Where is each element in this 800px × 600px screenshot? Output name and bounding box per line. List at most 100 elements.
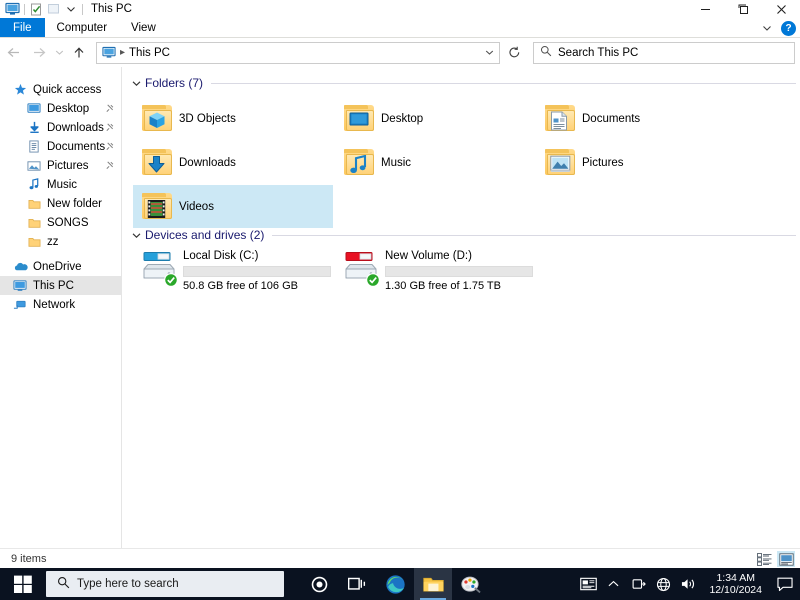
close-button[interactable] [762, 0, 800, 18]
address-input[interactable]: ▸ This PC [96, 41, 500, 64]
folder-item-downloads[interactable]: Downloads [133, 141, 329, 184]
downloads-icon [26, 120, 42, 136]
removable-media-icon[interactable] [626, 568, 651, 600]
sidebar-item-songs[interactable]: SONGS [0, 213, 121, 232]
forward-button[interactable] [26, 40, 52, 66]
customize-dropdown-icon[interactable] [62, 1, 79, 17]
network-icon [12, 297, 28, 313]
documents-icon [26, 139, 42, 155]
this-pc-monitor-icon[interactable] [4, 1, 21, 17]
clock-date: 12/10/2024 [709, 584, 762, 596]
sidebar-item-desktop[interactable]: Desktop [0, 99, 121, 118]
folder-icon-pictures [536, 143, 580, 183]
this-pc-monitor-icon [12, 278, 28, 294]
folder-label: Pictures [582, 156, 624, 169]
sidebar-item-downloads[interactable]: Downloads [0, 118, 121, 137]
window-controls [686, 0, 800, 18]
folder-icon-music [335, 143, 379, 183]
minimize-button[interactable] [686, 0, 724, 18]
folder-item-music[interactable]: Music [335, 141, 531, 184]
film-icon [147, 199, 167, 218]
sidebar-item-pictures[interactable]: Pictures [0, 156, 121, 175]
pin-icon[interactable] [105, 142, 114, 151]
recent-locations-button[interactable] [52, 40, 66, 66]
breadcrumb-separator: ▸ [120, 47, 126, 58]
sidebar-item-onedrive[interactable]: OneDrive [0, 257, 121, 276]
microsoft-edge-icon[interactable] [376, 568, 414, 600]
status-bar: 9 items [0, 548, 800, 568]
folder-label: Videos [179, 200, 214, 213]
navigation-pane[interactable]: Quick access Desktop Downloads Documents… [0, 67, 122, 548]
show-hidden-icons-chevron[interactable] [601, 568, 626, 600]
pin-icon[interactable] [105, 123, 114, 132]
star-icon [12, 82, 28, 98]
sidebar-item-documents[interactable]: Documents [0, 137, 121, 156]
tab-file[interactable]: File [0, 18, 45, 38]
pin-icon[interactable] [105, 104, 114, 113]
content-pane[interactable]: Folders (7) 3D Objects Desktop Documents… [123, 67, 800, 548]
properties-icon[interactable] [28, 1, 45, 17]
maximize-button[interactable] [724, 0, 762, 18]
window-title: This PC [91, 3, 132, 15]
breadcrumb-path[interactable]: This PC [129, 47, 481, 59]
group-header-folders[interactable]: Folders (7) [123, 73, 800, 93]
address-bar-row: ▸ This PC Search This PC [0, 38, 800, 67]
up-button[interactable] [66, 40, 92, 66]
drive-free-space: 50.8 GB free of 106 GB [183, 280, 298, 292]
sidebar-item-network[interactable]: Network [0, 295, 121, 314]
chevron-down-icon[interactable] [130, 77, 142, 89]
pictures-icon [26, 158, 42, 174]
file-explorer-icon[interactable] [414, 568, 452, 600]
details-view-button[interactable] [755, 551, 773, 567]
ribbon-tab-bar: File Computer View ? [0, 18, 800, 38]
folder-item-pictures[interactable]: Pictures [536, 141, 732, 184]
music-note-icon [26, 177, 42, 193]
network-globe-icon[interactable] [651, 568, 676, 600]
folder-item-videos[interactable]: Videos [133, 185, 333, 228]
folder-item-documents[interactable]: Documents [536, 97, 732, 140]
back-button[interactable] [0, 40, 26, 66]
sidebar-item-this-pc[interactable]: This PC [0, 276, 121, 295]
news-and-interests-icon[interactable] [576, 568, 601, 600]
search-icon [540, 45, 552, 60]
drive-item-local-disk-c[interactable]: Local Disk (C:) 50.8 GB free of 106 GB [131, 249, 331, 293]
pin-icon[interactable] [105, 161, 114, 170]
sidebar-item-new-folder[interactable]: New folder [0, 194, 121, 213]
expand-ribbon-chevron[interactable] [759, 20, 775, 36]
paint-icon[interactable] [452, 568, 490, 600]
sidebar-label: New folder [47, 197, 102, 210]
group-rule [211, 82, 796, 84]
large-icons-view-button[interactable] [777, 551, 795, 567]
refresh-button[interactable] [503, 42, 525, 64]
group-header-devices[interactable]: Devices and drives (2) [123, 225, 800, 245]
windows-start-icon[interactable] [0, 568, 46, 600]
folder-icon-documents [536, 99, 580, 139]
help-icon[interactable]: ? [781, 20, 796, 36]
search-input[interactable]: Search This PC [533, 41, 795, 64]
sidebar-item-quick-access[interactable]: Quick access [0, 80, 121, 99]
sidebar-label: SONGS [47, 216, 89, 229]
volume-icon[interactable] [676, 568, 701, 600]
sidebar-label: zz [47, 235, 59, 248]
sidebar-item-zz[interactable]: zz [0, 232, 121, 251]
folder-item-desktop[interactable]: Desktop [335, 97, 531, 140]
folder-item-3d-objects[interactable]: 3D Objects [133, 97, 329, 140]
address-dropdown-chevron[interactable] [481, 43, 497, 63]
tab-computer[interactable]: Computer [45, 18, 120, 38]
cortana-icon[interactable] [300, 568, 338, 600]
folder-icon [26, 215, 42, 231]
folder-icon-3d-objects [133, 99, 177, 139]
drive-item-new-volume-d[interactable]: New Volume (D:) 1.30 GB free of 1.75 TB [333, 249, 533, 293]
desktop-icon [26, 101, 42, 117]
new-folder-icon[interactable] [45, 1, 62, 17]
tab-view[interactable]: View [119, 18, 168, 38]
chevron-down-icon[interactable] [130, 229, 142, 241]
clock[interactable]: 1:34 AM 12/10/2024 [701, 568, 770, 600]
action-center-icon[interactable] [770, 568, 800, 600]
taskbar-search-input[interactable]: Type here to search [46, 571, 284, 597]
sidebar-item-music[interactable]: Music [0, 175, 121, 194]
folder-icon [26, 234, 42, 250]
task-view-icon[interactable] [338, 568, 376, 600]
sidebar-label: Pictures [47, 159, 89, 172]
3d-cube-icon [147, 111, 167, 130]
